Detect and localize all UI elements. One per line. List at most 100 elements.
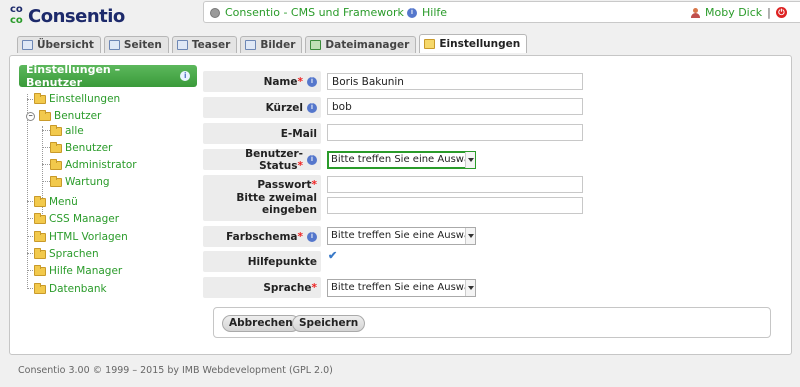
user-menu[interactable]: Moby Dick | ⏻: [690, 6, 787, 19]
cancel-button[interactable]: Abbrechen: [222, 315, 300, 332]
required-mark: *: [297, 75, 304, 88]
logout-power-icon[interactable]: ⏻: [775, 7, 787, 18]
tab-label: Seiten: [123, 39, 162, 51]
folder-icon: [34, 230, 46, 242]
main-tabs: Übersicht Seiten Teaser Bilder Dateimana…: [17, 34, 528, 53]
passwort-label: Passwort* Bitte zweimal eingeben: [203, 175, 321, 221]
name-field[interactable]: Boris Bakunin: [327, 73, 583, 90]
status-label-text: Benutzer-Status: [245, 147, 303, 172]
help-label: Hilfe: [422, 6, 448, 19]
sidebar-item-benutzer-sub[interactable]: Benutzer: [50, 141, 112, 155]
tab-label: Übersicht: [37, 39, 94, 51]
password-repeat-field[interactable]: [327, 197, 583, 214]
status-select[interactable]: Bitte treffen Sie eine Auswahl: [327, 151, 476, 169]
required-mark: *: [311, 179, 318, 191]
sidebar-item-administrator[interactable]: Administrator: [50, 158, 137, 172]
chevron-down-icon: [465, 152, 475, 168]
sidebar-item-einstellungen[interactable]: Einstellungen: [34, 92, 120, 106]
sidebar-item-label: Sprachen: [49, 248, 99, 260]
tab-bilder[interactable]: Bilder: [240, 36, 303, 53]
info-icon: i: [407, 7, 417, 18]
sidebar-item-benutzer[interactable]: − Benutzer: [26, 109, 102, 123]
user-name: Moby Dick: [705, 6, 763, 19]
tab-label: Teaser: [191, 39, 231, 51]
email-label: E-Mail: [203, 123, 321, 144]
email-field[interactable]: [327, 124, 583, 141]
globe-icon: [210, 7, 220, 18]
folder-open-icon: [39, 109, 51, 121]
footer-copyright: Consentio 3.00 © 1999 – 2015 by IMB Webd…: [18, 365, 333, 376]
sidebar-item-label: Hilfe Manager: [49, 265, 123, 277]
logo-co-bottom: co: [10, 15, 23, 26]
tab-label: Einstellungen: [439, 38, 521, 50]
folder-icon: [34, 264, 46, 276]
chevron-down-icon: [465, 280, 475, 296]
tab-teaser[interactable]: Teaser: [171, 36, 238, 53]
sprache-select[interactable]: Bitte treffen Sie eine Auswahl: [327, 279, 476, 297]
info-icon[interactable]: i: [180, 71, 190, 81]
password-field[interactable]: [327, 176, 583, 193]
sidebar-item-sprachen[interactable]: Sprachen: [34, 247, 99, 261]
save-button[interactable]: Speichern: [292, 315, 366, 332]
tab-uebersicht[interactable]: Übersicht: [17, 36, 101, 53]
logo-co-top: co: [10, 4, 23, 15]
settings-tree: Einstellungen − Benutzer alle Benutzer Ad…: [20, 90, 200, 300]
tab-dateimanager[interactable]: Dateimanager: [305, 36, 417, 53]
logo-wordmark: Consentio: [28, 6, 125, 27]
sidebar-item-hilfe-manager[interactable]: Hilfe Manager: [34, 264, 122, 278]
kuerzel-label: Kürzel i: [203, 97, 321, 118]
cms-title: Consentio - CMS und Framework: [225, 6, 404, 19]
email-label-text: E-Mail: [280, 127, 317, 140]
kuerzel-field[interactable]: bob: [327, 98, 583, 115]
info-icon[interactable]: i: [307, 76, 317, 87]
sidebar-item-html-vorlagen[interactable]: HTML Vorlagen: [34, 230, 128, 244]
sidebar-item-label: Datenbank: [49, 283, 107, 295]
user-icon: [690, 7, 700, 18]
sidebar-item-label: HTML Vorlagen: [49, 231, 128, 243]
required-mark: *: [297, 159, 304, 172]
images-icon: [245, 40, 257, 50]
sidebar-item-datenbank[interactable]: Datenbank: [34, 282, 107, 296]
hilfepunkte-label: Hilfepunkte: [203, 251, 321, 272]
collapse-icon[interactable]: −: [26, 111, 35, 121]
folder-icon: [50, 141, 62, 153]
settings-folder-icon: [424, 39, 436, 49]
sidebar-item-label: Benutzer: [54, 110, 102, 122]
cms-title-link[interactable]: Consentio - CMS und Framework: [210, 6, 404, 19]
name-label: Name* i: [203, 71, 321, 92]
form-button-bar: Abbrechen Speichern: [213, 307, 771, 338]
farbschema-label-text: Farbschema: [226, 230, 298, 243]
status-label: Benutzer-Status* i: [203, 147, 321, 172]
name-label-text: Name: [263, 75, 298, 88]
consentio-logo[interactable]: co co Consentio: [10, 4, 130, 32]
folder-icon: [50, 175, 62, 187]
sidebar-item-alle[interactable]: alle: [50, 124, 84, 138]
info-icon[interactable]: i: [307, 154, 317, 165]
kuerzel-label-text: Kürzel: [265, 101, 303, 114]
tab-einstellungen[interactable]: Einstellungen: [419, 34, 528, 53]
sidebar-item-label: alle: [65, 125, 84, 137]
tab-seiten[interactable]: Seiten: [103, 36, 169, 53]
file-manager-icon: [310, 40, 322, 50]
folder-icon: [34, 212, 46, 224]
sidebar-item-menue[interactable]: Menü: [34, 195, 78, 209]
sidebar-item-label: Wartung: [65, 176, 110, 188]
sidebar-header: Einstellungen – Benutzer i: [19, 63, 197, 89]
help-link[interactable]: i Hilfe: [407, 6, 447, 19]
sprache-label-text: Sprache: [263, 281, 312, 294]
top-bar: Consentio - CMS und Framework i Hilfe Mo…: [203, 1, 800, 23]
overview-icon: [22, 40, 33, 50]
farbschema-label: Farbschema* i: [203, 226, 321, 247]
hilfepunkte-checkbox[interactable]: ✔: [328, 251, 339, 262]
farbschema-select[interactable]: Bitte treffen Sie eine Auswahl: [327, 227, 476, 245]
folder-icon: [34, 247, 46, 259]
teaser-icon: [176, 40, 188, 50]
folder-icon: [50, 124, 62, 136]
folder-icon: [34, 92, 46, 104]
info-icon[interactable]: i: [307, 231, 317, 242]
sidebar-item-css-manager[interactable]: CSS Manager: [34, 212, 119, 226]
farbschema-select-value: Bitte treffen Sie eine Auswahl: [331, 230, 476, 241]
passwort-label-text: Passwort: [257, 179, 312, 191]
info-icon[interactable]: i: [307, 102, 317, 113]
sidebar-item-wartung[interactable]: Wartung: [50, 175, 110, 189]
